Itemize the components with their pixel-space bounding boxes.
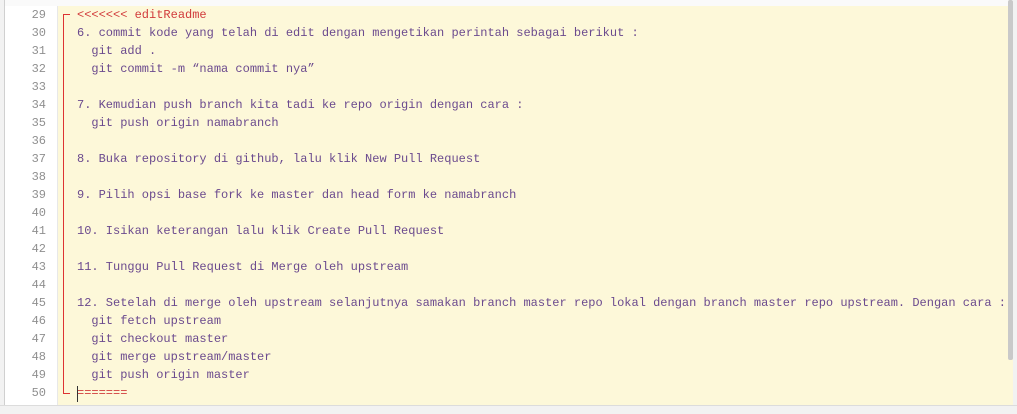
line-number: 31 [31,44,46,58]
line-number: 50 [31,386,46,400]
code-line[interactable]: 38 [5,168,1013,186]
code-line[interactable]: 32 git commit -m “nama commit nya” [5,60,1013,78]
line-number: 36 [31,134,46,148]
code-line[interactable]: 47 git checkout master [5,330,1013,348]
line-text: 8. Buka repository di github, lalu klik … [77,152,481,166]
line-number: 38 [31,170,46,184]
code-line[interactable]: 29 <<<<<<< editReadme [5,6,1013,24]
line-number: 29 [31,8,46,22]
line-text: git push origin master [77,368,250,382]
code-line[interactable]: 36 [5,132,1013,150]
line-text: 7. Kemudian push branch kita tadi ke rep… [77,98,524,112]
line-number: 33 [31,80,46,94]
line-number: 35 [31,116,46,130]
code-line[interactable]: 46 git fetch upstream [5,312,1013,330]
line-text: git fetch upstream [77,314,222,328]
conflict-start-marker: <<<<<<< editReadme [77,8,207,22]
line-text: 9. Pilih opsi base fork ke master dan he… [77,188,517,202]
code-line[interactable]: 40 [5,204,1013,222]
vertical-scrollbar[interactable] [1008,0,1013,360]
line-number: 34 [31,98,46,112]
code-line[interactable]: 35 git push origin namabranch [5,114,1013,132]
line-text: 12. Setelah di merge oleh upstream selan… [77,296,1006,310]
code-line[interactable]: 31 git add . [5,42,1013,60]
code-line[interactable]: 37 8. Buka repository di github, lalu kli… [5,150,1013,168]
line-text: 11. Tunggu Pull Request di Merge oleh up… [77,260,409,274]
line-number: 32 [31,62,46,76]
code-line[interactable]: 30 6. commit kode yang telah di edit deng… [5,24,1013,42]
line-text: git commit -m “nama commit nya” [77,62,315,76]
line-number: 42 [31,242,46,256]
code-line[interactable]: 44 [5,276,1013,294]
line-number: 41 [31,224,46,238]
line-number: 30 [31,26,46,40]
line-number: 48 [31,350,46,364]
line-number: 47 [31,332,46,346]
code-line[interactable]: 42 [5,240,1013,258]
line-number: 40 [31,206,46,220]
code-line[interactable]: 33 [5,78,1013,96]
code-line[interactable]: 49 git push origin master [5,366,1013,384]
line-number: 39 [31,188,46,202]
code-line[interactable]: 50 ======= [5,384,1013,402]
line-number: 49 [31,368,46,382]
text-cursor [77,386,78,402]
line-number: 37 [31,152,46,166]
line-text: 6. commit kode yang telah di edit dengan… [77,26,639,40]
line-number: 43 [31,260,46,274]
line-text: git add . [77,44,157,58]
code-line[interactable]: 48 git merge upstream/master [5,348,1013,366]
line-text: git push origin namabranch [77,116,279,130]
line-number: 46 [31,314,46,328]
line-text: git checkout master [77,332,229,346]
line-number: 44 [31,278,46,292]
code-line[interactable]: 45 12. Setelah di merge oleh upstream sel… [5,294,1013,312]
code-line[interactable]: 43 11. Tunggu Pull Request di Merge oleh … [5,258,1013,276]
code-line[interactable]: 39 9. Pilih opsi base fork ke master dan … [5,186,1013,204]
conflict-separator: ======= [77,386,128,400]
line-text: 10. Isikan keterangan lalu klik Create P… [77,224,445,238]
code-line[interactable]: 41 10. Isikan keterangan lalu klik Create… [5,222,1013,240]
code-editor[interactable]: 29 <<<<<<< editReadme 30 6. commit kode yan… [4,0,1013,405]
line-text: git merge upstream/master [77,350,272,364]
code-line[interactable]: 34 7. Kemudian push branch kita tadi ke r… [5,96,1013,114]
line-number: 45 [31,296,46,310]
